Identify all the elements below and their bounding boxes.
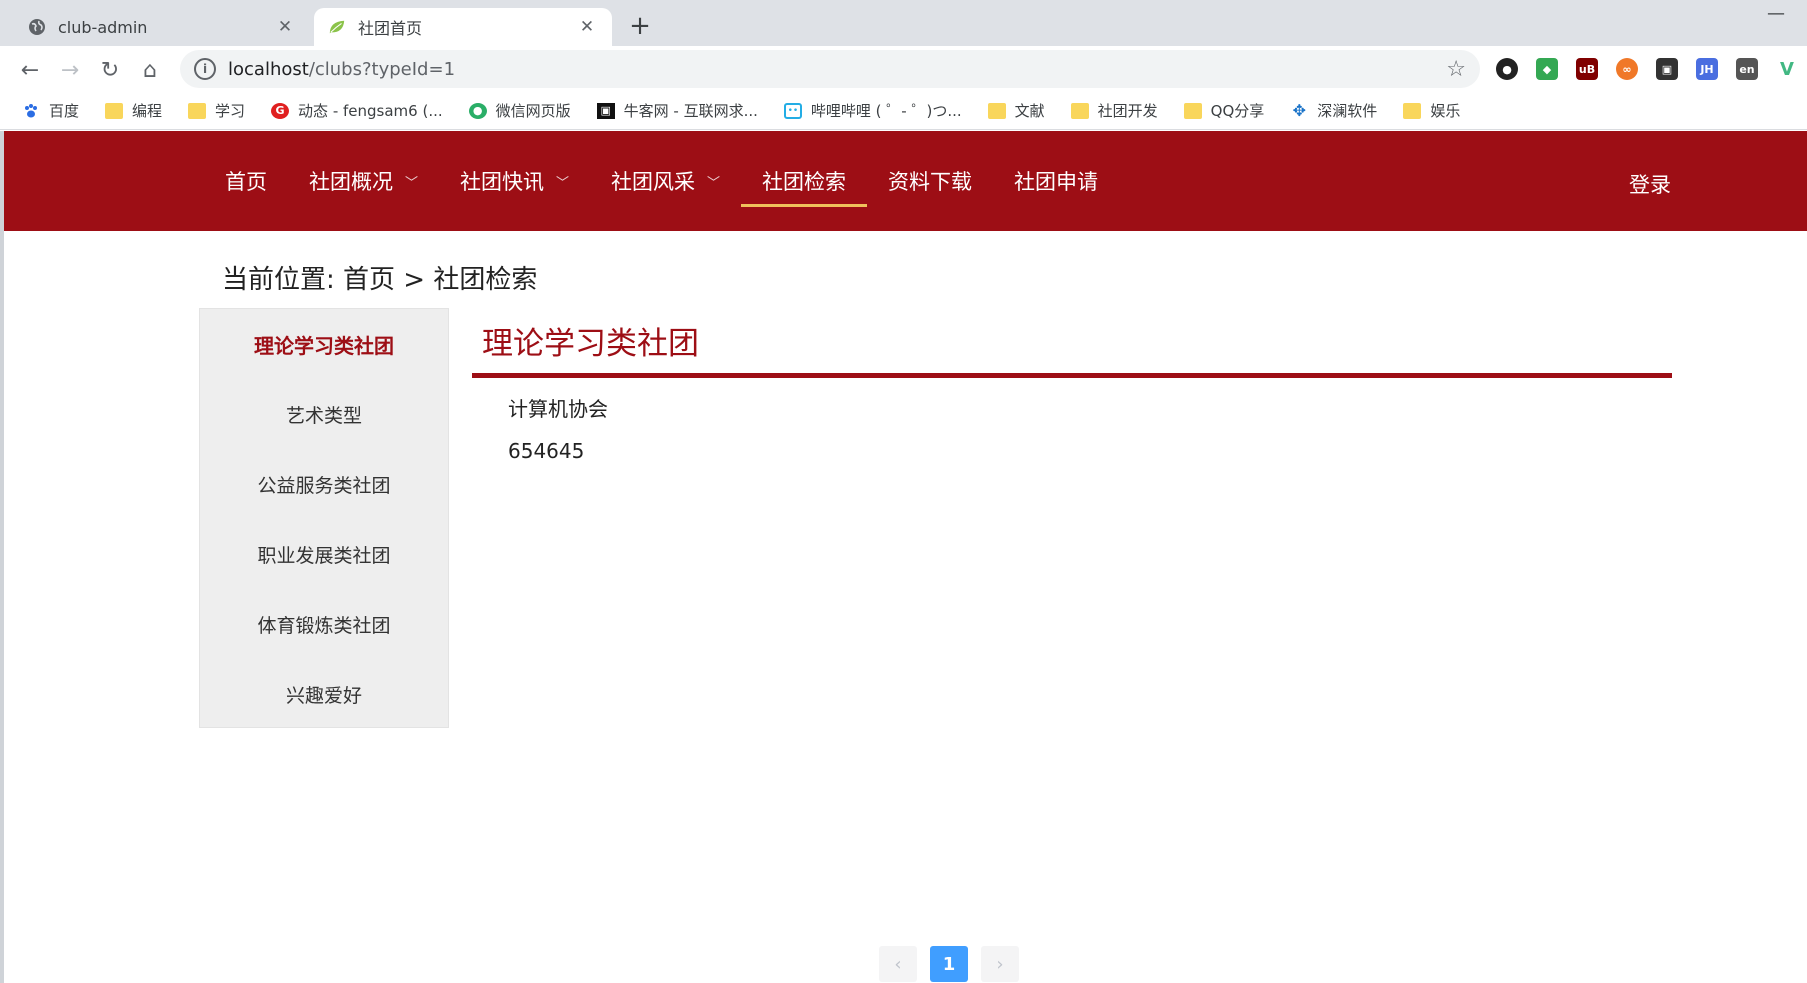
folder-icon (105, 102, 124, 119)
chevron-down-icon: ﹀ (405, 175, 419, 191)
browser-toolbar: ← → ↻ ⌂ i localhost/clubs?typeId=1 ☆ ● ◆… (0, 46, 1807, 92)
folder-icon (188, 102, 207, 119)
breadcrumb: 当前位置: 首页 > 社团检索 (222, 265, 538, 295)
nav-club-news[interactable]: 社团快讯 ﹀ (439, 131, 590, 231)
bookmark-folder-club-dev[interactable]: 社团开发 (1070, 100, 1158, 121)
sidebar-item-arts[interactable]: 艺术类型 (200, 379, 448, 449)
back-arrow-icon[interactable]: ← (14, 54, 46, 86)
bookmark-wechat[interactable]: ● 微信网页版 (468, 100, 571, 121)
folder-icon (1183, 102, 1202, 119)
pagination: ‹ 1 › (879, 946, 1032, 982)
nav-club-apply[interactable]: 社团申请 (993, 131, 1119, 231)
site-nav: 首页 社团概况 ﹀ 社团快讯 ﹀ 社团风采 ﹀ 社团检索 资料下载 社团申请 (204, 131, 1119, 231)
bookmark-folder-qq-share[interactable]: QQ分享 (1183, 100, 1264, 121)
next-page-button[interactable]: › (981, 946, 1019, 982)
red-g-icon: G (271, 102, 290, 119)
url-path: /clubs?typeId=1 (308, 58, 456, 80)
club-list: 计算机协会 654645 (472, 378, 1672, 472)
forward-arrow-icon[interactable]: → (54, 54, 86, 86)
extension-translate-icon[interactable]: en (1736, 58, 1758, 80)
sidebar-item-sports[interactable]: 体育锻炼类社团 (200, 589, 448, 659)
nowcoder-icon: ▣ (596, 102, 615, 119)
browser-tab-club-home[interactable]: 社团首页 ✕ (314, 8, 612, 46)
bookmark-star-icon[interactable]: ☆ (1446, 57, 1466, 82)
page-button-1[interactable]: 1 (930, 946, 968, 982)
extension-chrome-icon[interactable]: ◆ (1536, 58, 1558, 80)
sidebar-item-theory-study[interactable]: 理论学习类社团 (200, 309, 448, 379)
folder-icon (1403, 102, 1422, 119)
club-list-item[interactable]: 计算机协会 (508, 388, 1672, 430)
bookmark-baidu[interactable]: 百度 (22, 100, 79, 121)
url-host: localhost (228, 58, 309, 80)
bookmark-nowcoder[interactable]: ▣ 牛客网 - 互联网求... (596, 100, 758, 121)
nav-club-showcase[interactable]: 社团风采 ﹀ (590, 131, 741, 231)
bookmark-srun[interactable]: ✥ 深澜软件 (1290, 100, 1378, 121)
browser-tab-club-admin[interactable]: club-admin ✕ (14, 8, 310, 46)
sidebar-item-career[interactable]: 职业发展类社团 (200, 519, 448, 589)
club-type-sidebar: 理论学习类社团 艺术类型 公益服务类社团 职业发展类社团 体育锻炼类社团 兴趣爱… (199, 308, 449, 728)
bilibili-icon: •• (783, 102, 802, 119)
window-minimize-icon[interactable]: — (1756, 0, 1796, 26)
address-bar[interactable]: i localhost/clubs?typeId=1 ☆ (180, 50, 1480, 88)
site-info-icon[interactable]: i (194, 58, 216, 80)
new-tab-button[interactable]: + (624, 10, 656, 42)
compass-icon: ✥ (1292, 101, 1306, 120)
extension-jh-icon[interactable]: JH (1696, 58, 1718, 80)
sidebar-item-public-service[interactable]: 公益服务类社团 (200, 449, 448, 519)
baidu-paw-icon (22, 103, 40, 119)
bookmark-folder-literature[interactable]: 文献 (987, 100, 1045, 121)
wechat-icon: ● (468, 102, 487, 119)
folder-icon (1070, 102, 1089, 119)
folder-icon (987, 102, 1006, 119)
tab-title: club-admin (58, 17, 148, 37)
leaf-icon (328, 18, 346, 36)
tab-title: 社团首页 (358, 19, 423, 38)
bookmarks-bar: 百度 编程 学习 G 动态 - fengsam6 (... ● 微信网页版 ▣ … (0, 92, 1807, 130)
nav-home[interactable]: 首页 (204, 131, 288, 231)
extension-ublock-icon[interactable]: uB (1576, 58, 1598, 80)
extension-infinity-icon[interactable]: ∞ (1616, 58, 1638, 80)
close-tab-icon[interactable]: ✕ (576, 16, 598, 38)
reload-icon[interactable]: ↻ (94, 54, 126, 86)
section-title: 理论学习类社团 (472, 308, 1672, 378)
close-tab-icon[interactable]: ✕ (274, 16, 296, 38)
club-list-panel: 理论学习类社团 计算机协会 654645 (472, 308, 1672, 472)
web-page: 首页 社团概况 ﹀ 社团快讯 ﹀ 社团风采 ﹀ 社团检索 资料下载 社团申请 登录 当… (4, 131, 1807, 983)
bookmark-bilibili[interactable]: •• 哔哩哔哩 ( ゜- ゜)つ... (783, 100, 962, 121)
prev-page-button[interactable]: ‹ (879, 946, 917, 982)
extension-color-wheel-icon[interactable]: ● (1496, 58, 1518, 80)
globe-icon (28, 18, 46, 36)
sidebar-item-hobbies[interactable]: 兴趣爱好 (200, 659, 448, 729)
login-link[interactable]: 登录 (1629, 169, 1671, 199)
site-header: 首页 社团概况 ﹀ 社团快讯 ﹀ 社团风采 ﹀ 社团检索 资料下载 社团申请 登录 (4, 131, 1807, 231)
bookmark-folder-entertainment[interactable]: 娱乐 (1403, 100, 1460, 121)
nav-club-search[interactable]: 社团检索 (741, 131, 868, 231)
bookmark-github-activity[interactable]: G 动态 - fengsam6 (... (271, 100, 443, 121)
browser-tab-strip: club-admin ✕ 社团首页 ✕ + — (0, 0, 1807, 46)
extension-gamepad-icon[interactable]: ▣ (1656, 58, 1678, 80)
club-list-item[interactable]: 654645 (508, 430, 1672, 472)
nav-club-overview[interactable]: 社团概况 ﹀ (288, 131, 439, 231)
chevron-down-icon: ﹀ (556, 175, 570, 191)
nav-downloads[interactable]: 资料下载 (867, 131, 993, 231)
bookmark-folder-study[interactable]: 学习 (188, 100, 245, 121)
bookmark-folder-programming[interactable]: 编程 (105, 100, 162, 121)
home-icon[interactable]: ⌂ (134, 54, 166, 86)
chevron-down-icon: ﹀ (707, 175, 721, 191)
extension-vue-icon[interactable]: V (1776, 58, 1798, 80)
